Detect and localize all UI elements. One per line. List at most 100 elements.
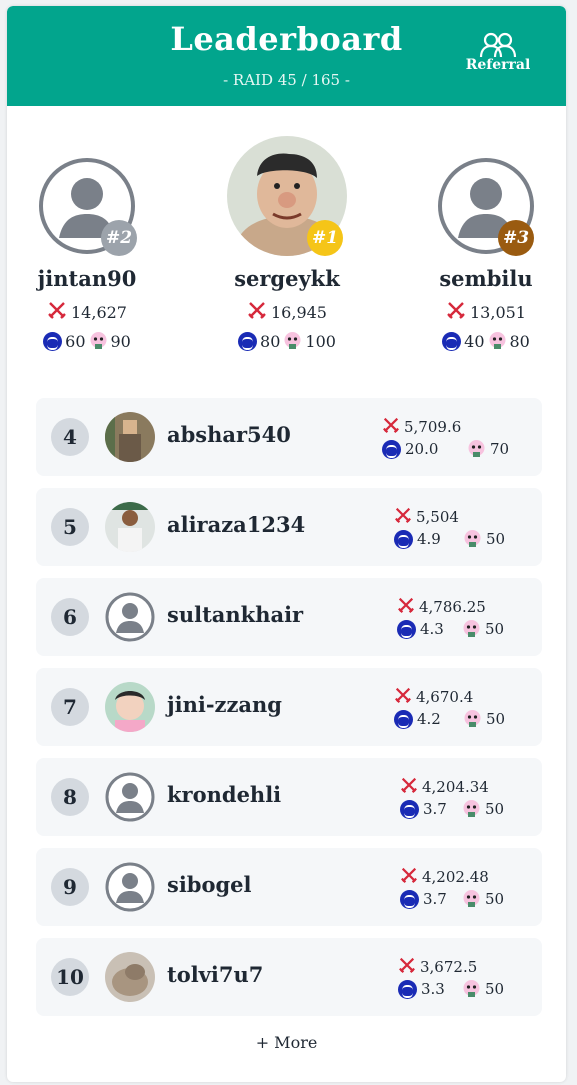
steem-coin-icon <box>397 619 416 639</box>
user-name: tolvi7u7 <box>167 962 264 987</box>
crossed-swords-icon <box>398 956 416 978</box>
steem-value: 4.2 <box>417 710 441 728</box>
rank-number: 8 <box>51 778 89 816</box>
leaderboard-row[interactable]: 5 aliraza1234 5,504 4.9 50 <box>36 488 542 566</box>
podium-name: sembilu <box>439 266 533 291</box>
steem-value: 3.7 <box>423 890 447 908</box>
rank-number: 7 <box>51 688 89 726</box>
user-name: jini-zzang <box>167 692 282 717</box>
pet-icon <box>462 619 481 639</box>
damage-value: 4,786.25 <box>419 598 486 616</box>
podium-third[interactable]: #3 sembilu 13,051 40 80 <box>396 156 566 351</box>
rank-number: 9 <box>51 868 89 906</box>
leaderboard-row[interactable]: 8 krondehli 4,204.34 3.7 50 <box>36 758 542 836</box>
pets-value: 90 <box>110 331 131 351</box>
podium-name: jintan90 <box>37 266 137 291</box>
damage-value: 4,204.34 <box>422 778 489 796</box>
referral-button[interactable]: Referral <box>461 32 535 80</box>
rank-badge: #2 <box>101 220 137 256</box>
steem-coin-icon <box>400 889 419 909</box>
steem-coin-icon <box>394 529 413 549</box>
pet-icon <box>283 331 302 351</box>
more-button[interactable]: + More <box>7 1033 566 1052</box>
pet-icon <box>89 331 108 351</box>
pets-value: 50 <box>485 620 505 638</box>
user-name: sultankhair <box>167 602 304 627</box>
user-avatar <box>105 682 155 732</box>
leaderboard-row[interactable]: 4 abshar540 5,709.6 20.0 70 <box>36 398 542 476</box>
pets-value: 70 <box>490 440 510 458</box>
rank-number: 4 <box>51 418 89 456</box>
crossed-swords-icon <box>446 300 466 324</box>
pets-value: 50 <box>486 710 506 728</box>
user-name: krondehli <box>167 782 282 807</box>
pets-value: 50 <box>485 980 505 998</box>
steem-coin-icon <box>382 439 401 459</box>
leaderboard-row[interactable]: 10 tolvi7u7 3,672.5 3.3 50 <box>36 938 542 1016</box>
crossed-swords-icon <box>47 300 67 324</box>
steem-coin-icon <box>394 709 413 729</box>
leaderboard-row[interactable]: 9 sibogel 4,202.48 3.7 50 <box>36 848 542 926</box>
pets-value: 80 <box>509 331 530 351</box>
pet-icon <box>462 979 481 999</box>
crossed-swords-icon <box>400 776 418 798</box>
referral-label: Referral <box>465 57 531 73</box>
steem-coin-icon <box>43 331 63 351</box>
steem-value: 60 <box>65 331 86 351</box>
crossed-swords-icon <box>394 686 412 708</box>
user-name: abshar540 <box>167 422 291 447</box>
podium-second[interactable]: #2 jintan90 14,627 60 90 <box>7 156 177 351</box>
damage-value: 13,051 <box>470 302 526 322</box>
leaderboard-header: Leaderboard - RAID 45 / 165 - Referral <box>7 6 566 106</box>
steem-coin-icon <box>442 331 462 351</box>
damage-value: 5,709.6 <box>404 418 462 436</box>
damage-value: 5,504 <box>416 508 459 526</box>
rank-badge: #3 <box>498 220 534 256</box>
user-name: aliraza1234 <box>167 512 306 537</box>
users-icon <box>479 32 517 58</box>
damage-value: 16,945 <box>271 302 327 322</box>
steem-value: 80 <box>260 331 281 351</box>
pet-icon <box>462 799 481 819</box>
steem-value: 3.3 <box>421 980 445 998</box>
pet-icon <box>462 889 481 909</box>
podium-name: sergeykk <box>234 266 340 291</box>
damage-value: 4,670.4 <box>416 688 474 706</box>
steem-coin-icon <box>400 799 419 819</box>
rank-number: 10 <box>51 958 89 996</box>
pet-icon <box>467 439 486 459</box>
pets-value: 50 <box>486 530 506 548</box>
pets-value: 50 <box>485 800 505 818</box>
pets-value: 50 <box>485 890 505 908</box>
rank-badge-label: #2 <box>105 228 133 248</box>
default-avatar-icon <box>105 772 155 822</box>
rank-number: 6 <box>51 598 89 636</box>
user-avatar <box>105 952 155 1002</box>
crossed-swords-icon <box>397 596 415 618</box>
damage-value: 4,202.48 <box>422 868 489 886</box>
damage-value: 14,627 <box>71 302 127 322</box>
default-avatar-icon <box>105 862 155 912</box>
crossed-swords-icon <box>247 300 267 324</box>
steem-value: 40 <box>464 331 485 351</box>
damage-value: 3,672.5 <box>420 958 478 976</box>
rank-number: 5 <box>51 508 89 546</box>
pets-value: 100 <box>305 331 336 351</box>
steem-coin-icon <box>398 979 417 999</box>
steem-value: 3.7 <box>423 800 447 818</box>
leaderboard-row[interactable]: 6 sultankhair 4,786.25 4.3 50 <box>36 578 542 656</box>
leaderboard-row[interactable]: 7 jini-zzang 4,670.4 4.2 50 <box>36 668 542 746</box>
pet-icon <box>488 331 507 351</box>
pet-icon <box>463 529 482 549</box>
podium-first[interactable]: #1 sergeykk 16,945 80 100 <box>197 136 377 351</box>
steem-value: 4.9 <box>417 530 441 548</box>
crossed-swords-icon <box>394 506 412 528</box>
steem-value: 20.0 <box>405 440 439 458</box>
steem-coin-icon <box>238 331 258 351</box>
pet-icon <box>463 709 482 729</box>
rank-badge-label: #1 <box>311 228 339 248</box>
rank-badge: #1 <box>307 220 343 256</box>
crossed-swords-icon <box>382 416 400 438</box>
rank-badge-label: #3 <box>502 228 530 248</box>
user-avatar <box>105 502 155 552</box>
